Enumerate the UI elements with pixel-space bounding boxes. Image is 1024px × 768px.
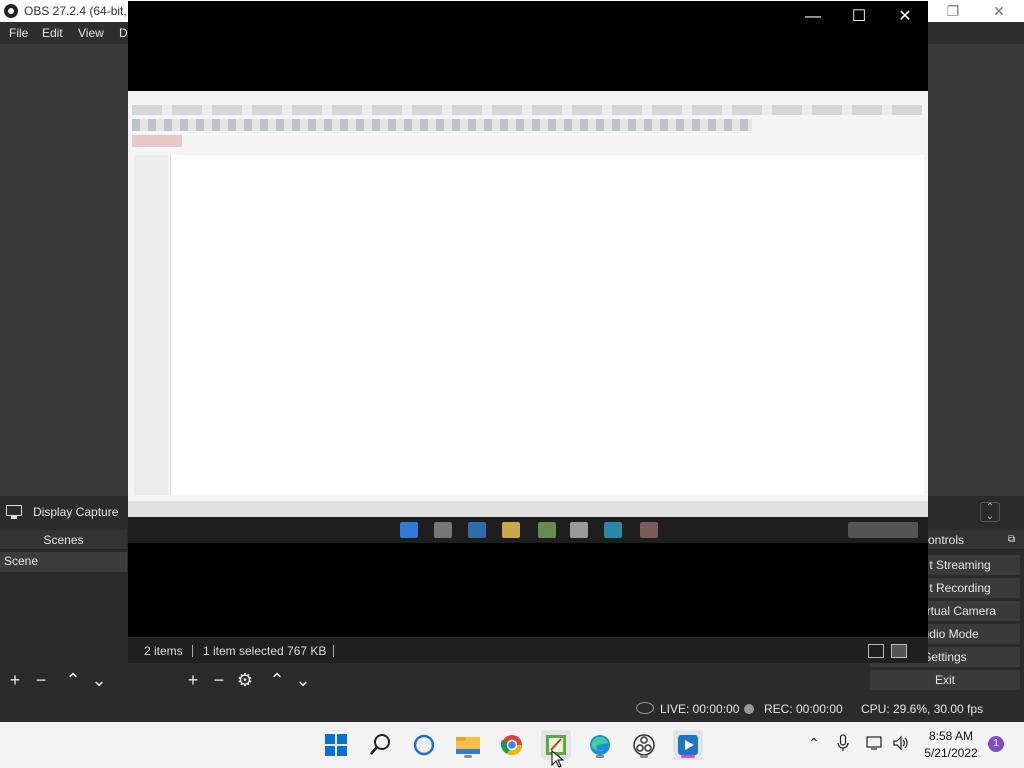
network-icon[interactable] — [866, 735, 884, 751]
cortana-icon[interactable] — [409, 730, 439, 760]
source-up-icon[interactable]: ⌃ — [267, 668, 287, 692]
menu-edit[interactable]: Edit — [42, 26, 63, 40]
live-signal-icon — [636, 702, 654, 714]
running-indicator — [464, 755, 472, 758]
scenes-header: Scenes — [0, 530, 127, 550]
blurred-start-icon — [400, 522, 418, 538]
selection-info: 1 item selected 767 KB — [203, 644, 327, 658]
obs-logo-icon — [4, 4, 18, 18]
remove-icon[interactable]: − — [31, 668, 51, 692]
notification-badge[interactable]: 1 — [988, 736, 1004, 752]
clock-date[interactable]: 5/21/2022 — [920, 746, 982, 760]
minimize-icon[interactable]: — — [790, 5, 836, 29]
move-up-icon[interactable]: ⌃ — [63, 668, 83, 692]
microphone-icon[interactable] — [837, 734, 849, 752]
chrome-icon[interactable] — [497, 730, 527, 760]
blurred-toolbar — [132, 119, 752, 131]
source-down-icon[interactable]: ⌄ — [293, 668, 313, 692]
screenshot-image — [128, 91, 928, 517]
menu-file[interactable]: File — [9, 26, 28, 40]
controls-header: ontrols ⧉ — [928, 530, 1024, 550]
blurred-tool-icon — [640, 522, 658, 538]
mouse-cursor-icon — [551, 750, 565, 768]
rec-dot-icon — [744, 704, 754, 714]
move-down-icon[interactable]: ⌄ — [89, 668, 109, 692]
live-timer: LIVE: 00:00:00 — [660, 702, 740, 716]
blurred-search-icon — [434, 522, 452, 538]
cpu-status: CPU: 29.6%, 30.00 fps — [861, 702, 984, 716]
monitor-icon — [6, 505, 22, 519]
blurred-statusbar — [128, 501, 928, 517]
scene-tools: + − ⌃ ⌄ — [0, 668, 175, 692]
volume-icon[interactable] — [892, 735, 910, 751]
blurred-doc-icon — [570, 522, 588, 538]
viewer-statusbar: 2 items 1 item selected 767 KB — [128, 637, 928, 663]
blurred-folder-icon — [502, 522, 520, 538]
running-indicator — [681, 755, 695, 758]
blurred-editor — [170, 155, 924, 495]
rec-timer: REC: 00:00:00 — [764, 702, 843, 716]
edge-icon[interactable] — [585, 730, 615, 760]
details-view-icon[interactable] — [868, 644, 884, 658]
obs-icon[interactable] — [629, 730, 659, 760]
blurred-menu — [132, 105, 922, 115]
blurred-browser-icon — [538, 522, 556, 538]
image-viewer-window: — ☐ ✕ 2 items 1 item selected 767 KB — [128, 1, 928, 663]
separator — [333, 645, 334, 657]
gear-icon[interactable]: ⚙ — [235, 668, 255, 692]
item-count: 2 items — [144, 644, 183, 658]
scene-list-item[interactable]: Scene — [0, 552, 127, 572]
menu-view[interactable]: View — [78, 26, 104, 40]
blurred-gutter — [134, 155, 168, 495]
close-icon[interactable]: ✕ — [976, 0, 1022, 22]
clock-time[interactable]: 8:58 AM — [920, 729, 982, 743]
exit-button[interactable]: Exit — [870, 670, 1020, 690]
media-player-icon[interactable] — [673, 730, 703, 760]
blurred-tray — [848, 522, 918, 538]
menu-docks[interactable]: D — [119, 26, 128, 40]
blurred-app-icon — [468, 522, 486, 538]
running-indicator — [596, 755, 604, 758]
obs-window-title: OBS 27.2.4 (64-bit, w — [24, 4, 139, 18]
restore-icon[interactable]: ❐ — [930, 0, 976, 22]
search-icon[interactable] — [365, 730, 395, 760]
source-tools: + − ⚙ ⌃ ⌄ — [178, 668, 353, 692]
viewer-close-icon[interactable]: ✕ — [882, 5, 928, 29]
thumbnail-view-icon[interactable] — [891, 644, 907, 658]
controls-header-label: ontrols — [928, 533, 965, 547]
obs-statusbar: LIVE: 00:00:00 REC: 00:00:00 CPU: 29.6%,… — [0, 696, 1024, 722]
add-source-icon[interactable]: + — [183, 668, 203, 692]
separator — [192, 645, 193, 657]
blurred-tab — [132, 135, 182, 147]
running-indicator — [640, 755, 648, 758]
blurred-edge-icon — [604, 522, 622, 538]
blurred-taskbar — [128, 517, 928, 543]
windows-taskbar: ⌃ 8:58 AM 5/21/2022 1 — [0, 722, 1024, 768]
desktop: OBS 27.2.4 (64-bit, w ❐ ✕ File Edit View… — [0, 0, 1024, 768]
source-label: Display Capture — [33, 505, 119, 519]
file-explorer-icon[interactable] — [453, 730, 483, 760]
chevron-up-icon[interactable]: ⌃ — [808, 735, 820, 752]
spin-arrows-icon[interactable]: ⌃ ⌄ — [980, 502, 1000, 522]
add-icon[interactable]: + — [5, 668, 25, 692]
undock-icon[interactable]: ⧉ — [1008, 530, 1015, 550]
maximize-icon[interactable]: ☐ — [836, 5, 882, 29]
remove-source-icon[interactable]: − — [209, 668, 229, 692]
start-icon[interactable] — [321, 730, 351, 760]
